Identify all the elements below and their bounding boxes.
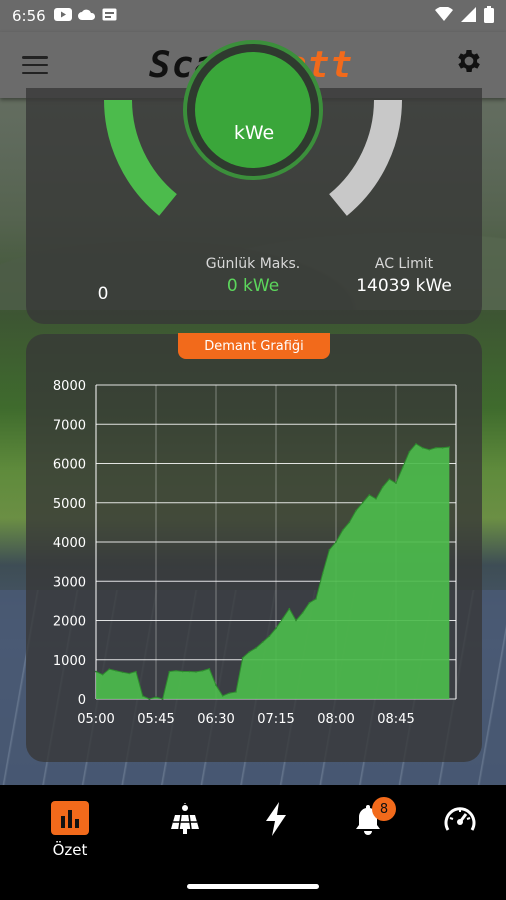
data-point (275, 627, 277, 630)
data-point (175, 669, 177, 672)
data-point (441, 447, 444, 449)
data-point (361, 501, 364, 504)
data-point (395, 482, 397, 484)
data-point (388, 478, 391, 480)
data-point (241, 656, 244, 659)
data-point (215, 684, 217, 687)
nav-item-ozet[interactable]: Özet (40, 799, 100, 859)
daily-max-stat: Günlük Maks. 0 kWe (190, 256, 316, 296)
x-tick-label: 08:45 (377, 712, 414, 727)
data-point (108, 668, 111, 670)
solar-panel-icon (169, 799, 201, 839)
y-tick-label: 3000 (53, 575, 86, 590)
data-point (148, 698, 151, 700)
bar-chart-icon (51, 801, 89, 835)
gauge-center-unit: kWe (233, 122, 275, 144)
data-point (141, 695, 144, 697)
data-point (381, 486, 384, 488)
y-tick-label: 1000 (53, 654, 86, 669)
data-point (428, 448, 431, 451)
home-indicator[interactable] (187, 884, 319, 889)
data-point (341, 529, 344, 532)
data-point (408, 450, 411, 453)
speedometer-icon (444, 799, 476, 839)
y-tick-label: 6000 (53, 458, 86, 473)
data-point (135, 670, 137, 673)
chart-title-tag[interactable]: Demant Grafiği (178, 333, 330, 359)
data-point (228, 692, 231, 694)
data-point (355, 509, 357, 512)
data-point (301, 611, 304, 614)
x-tick-label: 05:00 (77, 712, 114, 727)
lightning-icon (263, 799, 289, 839)
data-point (375, 498, 377, 500)
data-point (368, 494, 371, 496)
data-point (335, 541, 337, 543)
data-point (321, 572, 324, 575)
data-point (208, 667, 211, 670)
x-tick-label: 06:30 (197, 712, 234, 727)
alarm-count-badge: 8 (372, 797, 396, 821)
data-point (95, 670, 97, 673)
gauge-active-arc (104, 99, 178, 216)
data-point (115, 669, 117, 672)
data-point (181, 670, 184, 673)
data-point (421, 447, 424, 449)
data-point (188, 670, 191, 673)
ac-limit-label: AC Limit (374, 256, 434, 272)
data-point (161, 698, 164, 700)
data-point (168, 670, 171, 673)
gauge-inactive-arc (328, 99, 402, 216)
data-point (315, 598, 317, 600)
data-point (448, 446, 451, 448)
data-point (101, 673, 104, 676)
gauge-current-value: 0 (97, 284, 109, 304)
data-point (261, 641, 264, 643)
data-point (435, 447, 437, 449)
data-point (308, 602, 311, 604)
data-point (248, 651, 251, 653)
nav-item-power[interactable] (246, 799, 306, 859)
data-point (201, 669, 204, 672)
x-tick-label: 05:45 (137, 712, 174, 727)
x-tick-label: 08:00 (317, 712, 354, 727)
y-tick-label: 4000 (53, 536, 86, 551)
data-point (348, 521, 351, 524)
y-tick-label: 2000 (53, 615, 86, 630)
y-tick-label: 7000 (53, 418, 86, 433)
data-point (281, 617, 284, 620)
y-tick-label: 5000 (53, 497, 86, 512)
data-point (155, 696, 157, 698)
nav-item-ozet-label: Özet (52, 841, 88, 859)
data-point (128, 672, 131, 675)
daily-max-value: 0 kWe (226, 276, 280, 296)
ac-limit-stat: AC Limit 14039 kWe (344, 256, 464, 296)
nav-item-solar[interactable] (155, 799, 215, 859)
data-point (255, 647, 257, 649)
x-tick-label: 07:15 (257, 712, 294, 727)
data-point (328, 549, 331, 551)
data-point (221, 695, 224, 697)
data-point (195, 671, 197, 673)
ac-limit-value: 14039 kWe (356, 276, 452, 296)
nav-item-gauge[interactable] (430, 799, 490, 859)
data-point (121, 671, 124, 674)
data-point (288, 607, 291, 610)
y-tick-label: 8000 (53, 379, 86, 394)
bottom-navigation: Özet 8 (0, 785, 506, 900)
daily-max-label: Günlük Maks. (205, 256, 301, 272)
nav-item-alarms[interactable]: 8 (338, 797, 398, 859)
y-tick-label: 0 (78, 693, 86, 708)
data-point (401, 466, 404, 469)
data-point (235, 691, 237, 693)
data-point (415, 443, 417, 445)
data-point (268, 635, 271, 637)
data-point (295, 619, 297, 622)
demand-chart: 0 1000 2000 3000 4000 5000 6000 7000 8000 05:00 05… (53, 379, 457, 727)
